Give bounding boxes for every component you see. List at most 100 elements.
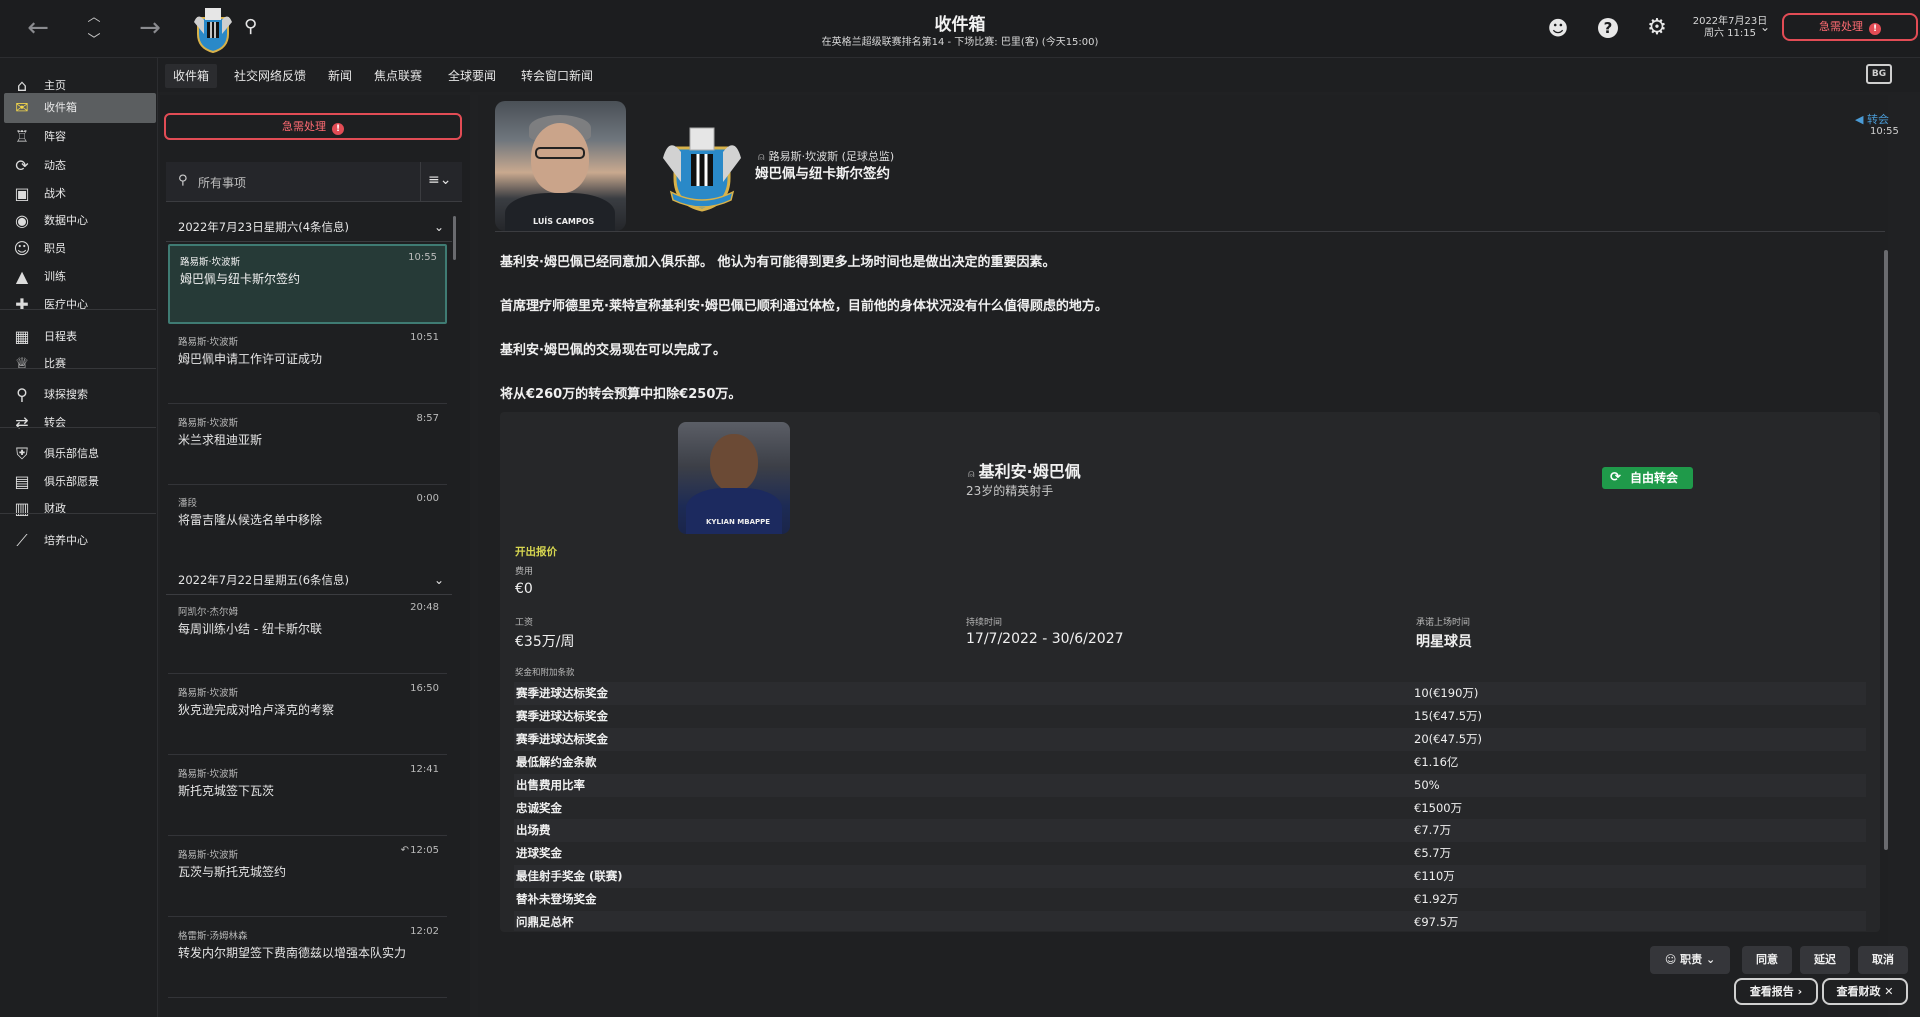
background-toggle-icon[interactable]: BG [1866, 64, 1892, 84]
transfer-tag[interactable]: ◀ 转会 [1855, 111, 1889, 127]
list-item[interactable]: 路易斯·坎波斯 12:05 ↶ 瓦茨与斯托克城签约 [168, 839, 447, 917]
back-arrow-icon[interactable]: ← [20, 10, 56, 46]
bonus-value: 20(€47.5万) [1414, 732, 1483, 746]
tab-transfer-window-news[interactable]: 转会窗口新闻 [513, 64, 601, 88]
message-time: 12:02 [410, 926, 439, 937]
filter-menu-icon[interactable]: ≡⌄ [428, 172, 451, 188]
message-sender: 路易斯·坎波斯 [178, 418, 239, 429]
date-group-header[interactable]: 2022年7月23日星期六(4条信息) ⌄ [166, 212, 452, 242]
list-item[interactable]: 路易斯·坎波斯 8:57 米兰求租迪亚斯 [168, 407, 447, 485]
sidebar-item-schedule[interactable]: ▦ 日程表 [4, 322, 156, 352]
staff-label: 职责 [1680, 953, 1703, 966]
urgent-action-button[interactable]: 急需处理! [1782, 13, 1918, 41]
fee-label: 费用 [515, 567, 534, 577]
message-subject: 将雷吉隆从候选名单中移除 [178, 513, 323, 527]
table-row: 进球奖金 €5.7万 [514, 842, 1866, 865]
sidebar-item-staff[interactable]: ☺ 职员 [4, 234, 156, 264]
sidebar-item-training[interactable]: ▲ 训练 [4, 262, 156, 292]
tag-icon: ◀ [1855, 113, 1864, 126]
chevron-up-icon[interactable]: ︿ [84, 6, 104, 29]
list-item[interactable]: 潘段 0:00 将雷吉隆从候选名单中移除 [168, 487, 447, 565]
gear-icon[interactable]: ⚙ [1645, 16, 1669, 40]
forward-arrow-icon[interactable]: → [132, 10, 168, 46]
data-icon: ◉ [15, 211, 29, 230]
view-report-button[interactable]: 查看报告 › [1734, 978, 1818, 1005]
bonus-value: €1500万 [1414, 801, 1463, 815]
next-match-info[interactable]: 在英格兰超级联赛排名第14 - 下场比赛: 巴里(客) (今天15:00) [560, 33, 1360, 48]
sidebar-item-finances[interactable]: ▥ 财政 [4, 494, 156, 524]
message-title: 姆巴佩与纽卡斯尔签约 [755, 166, 890, 182]
search-input[interactable]: 所有事项 [198, 174, 246, 191]
divider [495, 231, 1885, 232]
sidebar-item-label: 战术 [44, 187, 66, 200]
bonus-value: €7.7万 [1414, 823, 1452, 837]
sidebar-item-competitions[interactable]: ♕ 比赛 [4, 349, 156, 379]
message-time: 8:57 [416, 413, 439, 424]
reader-scrollbar[interactable] [1884, 250, 1888, 850]
sidebar-item-development[interactable]: ⟋ 培养中心 [4, 526, 156, 556]
list-item[interactable]: 路易斯·坎波斯 10:51 姆巴佩申请工作许可证成功 [168, 326, 447, 404]
search-icon[interactable]: ⚲ [244, 16, 266, 38]
message-sender: 格雷斯·汤姆林森 [178, 931, 248, 942]
portrait-name: LUÍS CAMPOS [533, 217, 595, 226]
view-finance-button[interactable]: 查看财政 ✕ [1822, 978, 1908, 1005]
sidebar-item-squad[interactable]: ♖ 阵容 [4, 122, 156, 152]
chevron-down-icon[interactable]: ⌄ [1760, 20, 1770, 34]
urgent-label: 急需处理 [1819, 20, 1863, 33]
vision-icon: ▤ [14, 472, 30, 491]
tab-focus-leagues[interactable]: 焦点联赛 [366, 64, 430, 88]
sidebar-item-inbox[interactable]: ✉ 收件箱 [4, 93, 156, 123]
message-time: 0:00 [416, 493, 439, 504]
list-item[interactable]: 路易斯·坎波斯 12:41 斯托克城签下瓦茨 [168, 758, 447, 836]
player-name[interactable]: ⍝ 基利安·姆巴佩 [968, 458, 1081, 482]
message-sender: 路易斯·坎波斯 [180, 257, 241, 268]
sender-portrait[interactable]: LUÍS CAMPOS [495, 101, 626, 231]
chevron-down-icon[interactable]: ⌄ [434, 212, 444, 242]
bonus-name: 赛季进球达标奖金 [516, 686, 608, 700]
date-group-label: 2022年7月22日星期五(6条信息) [178, 573, 350, 587]
list-item[interactable]: 路易斯·坎波斯 10:55 姆巴佩与纽卡斯尔签约 [168, 244, 447, 324]
bonus-name: 替补未登场奖金 [516, 892, 597, 906]
chevron-down-icon[interactable]: ﹀ [84, 29, 104, 52]
message-paragraph: 基利安·姆巴佩的交易现在可以完成了。 [500, 343, 726, 358]
list-scrollbar[interactable] [453, 216, 456, 260]
table-row: 最低解约金条款 €1.16亿 [514, 751, 1866, 774]
list-item[interactable]: 路易斯·坎波斯 16:50 狄克逊完成对哈卢泽克的考察 [168, 677, 447, 755]
message-subject: 姆巴佩与纽卡斯尔签约 [180, 272, 301, 286]
bonus-value: 10(€190万) [1414, 686, 1479, 700]
tab-global-news[interactable]: 全球要闻 [440, 64, 504, 88]
sidebar-item-club-info[interactable]: ⛨ 俱乐部信息 [4, 439, 156, 469]
cancel-button[interactable]: 取消 [1858, 946, 1908, 974]
table-row: 赛季进球达标奖金 15(€47.5万) [514, 705, 1866, 728]
wage-value: €35万/周 [515, 634, 575, 650]
chevron-down-icon[interactable]: ⌄ [434, 565, 444, 595]
bonus-name: 最低解约金条款 [516, 755, 597, 769]
sidebar-item-medical[interactable]: ✚ 医疗中心 [4, 290, 156, 320]
urgent-action-button[interactable]: 急需处理! [164, 113, 462, 140]
sidebar-item-transfers[interactable]: ⇄ 转会 [4, 408, 156, 438]
sidebar-item-scouting[interactable]: ⚲ 球探搜索 [4, 380, 156, 410]
sidebar-item-data-hub[interactable]: ◉ 数据中心 [4, 206, 156, 236]
agree-button[interactable]: 同意 [1742, 946, 1792, 974]
message-time: 10:55 [1870, 126, 1899, 137]
sidebar-item-dynamics[interactable]: ⟳ 动态 [4, 151, 156, 181]
up-down-nav[interactable]: ︿ ﹀ [84, 6, 104, 52]
message-subject: 每周训练小结 - 纽卡斯尔联 [178, 622, 322, 636]
sidebar-item-tactics[interactable]: ▣ 战术 [4, 179, 156, 209]
delay-button[interactable]: 延迟 [1800, 946, 1850, 974]
date-group-header[interactable]: 2022年7月22日星期五(6条信息) ⌄ [166, 565, 452, 595]
tab-social-feedback[interactable]: 社交网络反馈 [226, 64, 314, 88]
sidebar-item-club-vision[interactable]: ▤ 俱乐部愿景 [4, 467, 156, 497]
message-time: 10:51 [410, 332, 439, 343]
club-crest-icon[interactable] [190, 4, 236, 54]
tab-inbox[interactable]: 收件箱 [165, 64, 218, 88]
help-icon[interactable]: ? [1598, 18, 1618, 38]
newcastle-crest-icon[interactable] [657, 118, 747, 213]
fifa-world-icon[interactable]: ☻ [1546, 16, 1570, 40]
list-item[interactable]: 阿凯尔·杰尔姆 20:48 每周训练小结 - 纽卡斯尔联 [168, 596, 447, 674]
player-photo[interactable]: KYLIAN MBAPPE [678, 422, 790, 534]
staff-duties-button[interactable]: ☺ 职责 ⌄ [1650, 946, 1730, 974]
tab-news[interactable]: 新闻 [320, 64, 360, 88]
list-item[interactable]: 格雷斯·汤姆林森 12:02 转发内尔期望签下费南德兹以增强本队实力 [168, 920, 447, 998]
chevron-down-icon: ⌄ [1702, 953, 1716, 966]
